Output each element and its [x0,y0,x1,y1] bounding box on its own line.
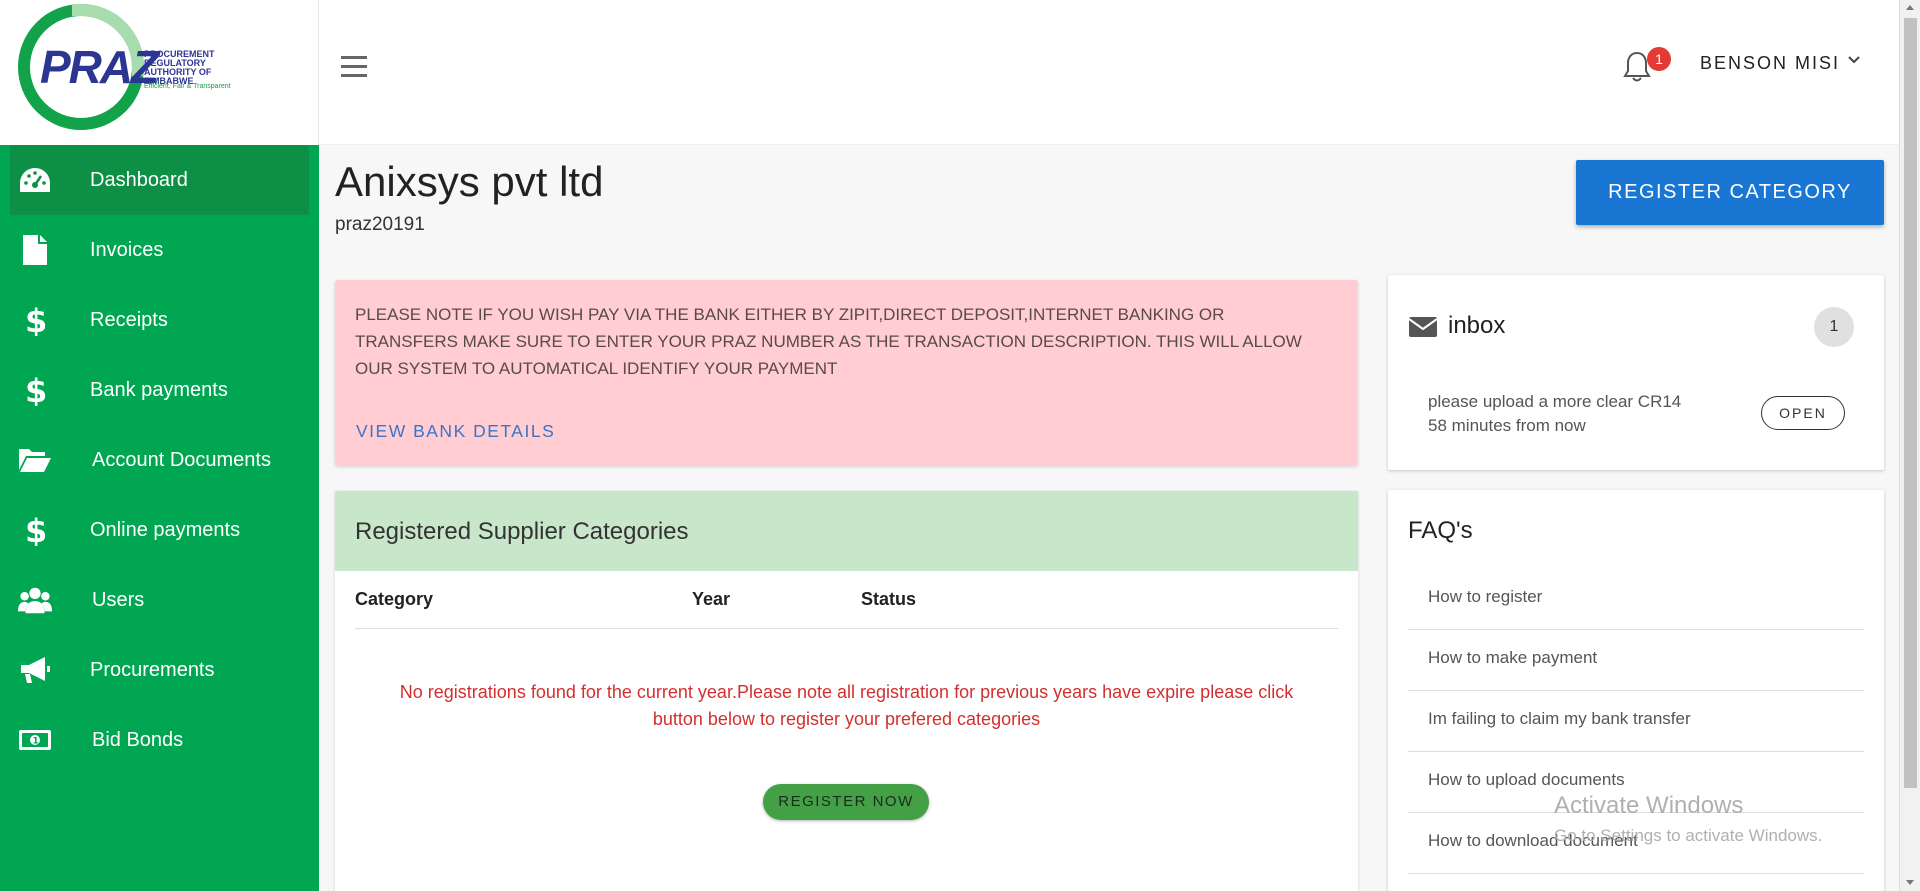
logo[interactable]: PRAZ PROCUREMENT REGULATORY AUTHORITY OF… [0,0,319,145]
faq-item-label: How to make payment [1428,648,1598,667]
page-scrollbar[interactable] [1899,0,1920,891]
sidebar-item-label: Bank payments [90,378,228,401]
logo-text: PRAZ [40,41,159,93]
sidebar-item-label: Invoices [90,238,164,261]
faq-item-label: How to register [1428,587,1543,606]
megaphone-icon [18,653,52,687]
logo-tagline: Efficient, Fair & Transparent [144,83,231,90]
faq-item-label: Im failing to claim my bank transfer [1428,709,1691,728]
notification-badge: 1 [1647,47,1671,71]
register-now-button[interactable]: REGISTER NOW [763,784,929,820]
scroll-down-icon[interactable] [1906,880,1914,885]
sidebar-item-account-documents[interactable]: Account Documents [0,425,319,495]
inbox-title: inbox [1448,312,1506,339]
inbox-count-badge: 1 [1814,307,1854,347]
sidebar-item-procurements[interactable]: Procurements [0,635,319,705]
envelope-icon [1408,315,1438,339]
faq-item[interactable]: How to make payment [1408,630,1864,691]
bank-payment-alert: PLEASE NOTE IF YOU WISH PAY VIA THE BANK… [335,280,1358,466]
view-bank-details-link[interactable]: VIEW BANK DETAILS [356,421,555,442]
svg-text:$: $ [25,374,46,406]
column-header-year: Year [692,589,731,609]
dashboard-icon [18,163,52,197]
svg-text:1: 1 [33,737,39,747]
faq-title: FAQ's [1408,517,1473,544]
sidebar-item-label: Dashboard [90,168,188,191]
card-title: Registered Supplier Categories [355,518,689,545]
sidebar-item-online-payments[interactable]: $ Online payments [0,495,319,565]
inbox-message: please upload a more clear CR14 58 minut… [1428,390,1681,438]
sidebar-item-bank-payments[interactable]: $ Bank payments [0,355,319,425]
faq-item[interactable]: Im failing to claim my bank transfer [1408,691,1864,752]
sidebar-item-invoices[interactable]: Invoices [0,215,319,285]
sidebar-nav: Dashboard Invoices $ Receipts $ Bank pay… [0,145,319,775]
folder-open-icon [18,443,52,477]
chevron-down-icon[interactable] [1847,52,1861,68]
scroll-thumb[interactable] [1904,18,1917,788]
svg-text:$: $ [25,304,46,336]
sidebar-item-label: Procurements [90,658,215,681]
sidebar: PRAZ PROCUREMENT REGULATORY AUTHORITY OF… [0,0,319,891]
message-text: please upload a more clear CR14 [1428,392,1682,411]
supplier-categories-card: Registered Supplier Categories Category … [335,491,1358,891]
message-time: 58 minutes from now [1428,416,1586,435]
sidebar-item-bid-bonds[interactable]: 1 Bid Bonds [0,705,319,775]
alert-message: PLEASE NOTE IF YOU WISH PAY VIA THE BANK… [355,305,1302,378]
activation-watermark-subtitle: Go to Settings to activate Windows. [1554,826,1823,845]
dollar-icon: $ [18,303,52,337]
file-icon [18,233,52,267]
inbox-card: inbox 1 please upload a more clear CR14 … [1388,275,1884,470]
top-bar: 1 BENSON MISI [319,0,1899,145]
users-icon [18,583,52,617]
svg-text:$: $ [25,514,46,546]
sidebar-item-label: Online payments [90,518,241,541]
sidebar-item-dashboard[interactable]: Dashboard [10,145,309,215]
faq-item[interactable]: How to register [1408,569,1864,630]
scroll-up-icon[interactable] [1906,5,1914,10]
card-header: Registered Supplier Categories [335,491,1358,571]
sidebar-item-label: Bid Bonds [92,728,184,751]
company-id: praz20191 [335,214,425,235]
activation-watermark-title: Activate Windows [1554,792,1744,819]
column-header-category: Category [355,589,434,609]
logo-subtitle: PROCUREMENT REGULATORY AUTHORITY OF ZIMB… [144,49,215,86]
sidebar-item-receipts[interactable]: $ Receipts [0,285,319,355]
register-category-button[interactable]: REGISTER CATEGORY [1576,160,1884,225]
page-title: Anixsys pvt ltd [335,158,604,205]
money-icon: 1 [18,723,52,757]
sidebar-item-users[interactable]: Users [0,565,319,635]
faq-item-label: How to upload documents [1428,770,1625,789]
menu-toggle-icon[interactable] [341,56,367,78]
open-message-button[interactable]: OPEN [1761,396,1845,430]
empty-state-message: No registrations found for the current y… [399,682,1294,729]
dollar-icon: $ [18,513,52,547]
user-menu[interactable]: BENSON MISI [1700,53,1840,74]
column-header-status: Status [861,589,917,609]
table-divider [355,628,1338,629]
sidebar-item-label: Users [92,588,145,611]
sidebar-item-label: Account Documents [92,448,271,471]
dollar-icon: $ [18,373,52,407]
sidebar-item-label: Receipts [90,308,168,331]
